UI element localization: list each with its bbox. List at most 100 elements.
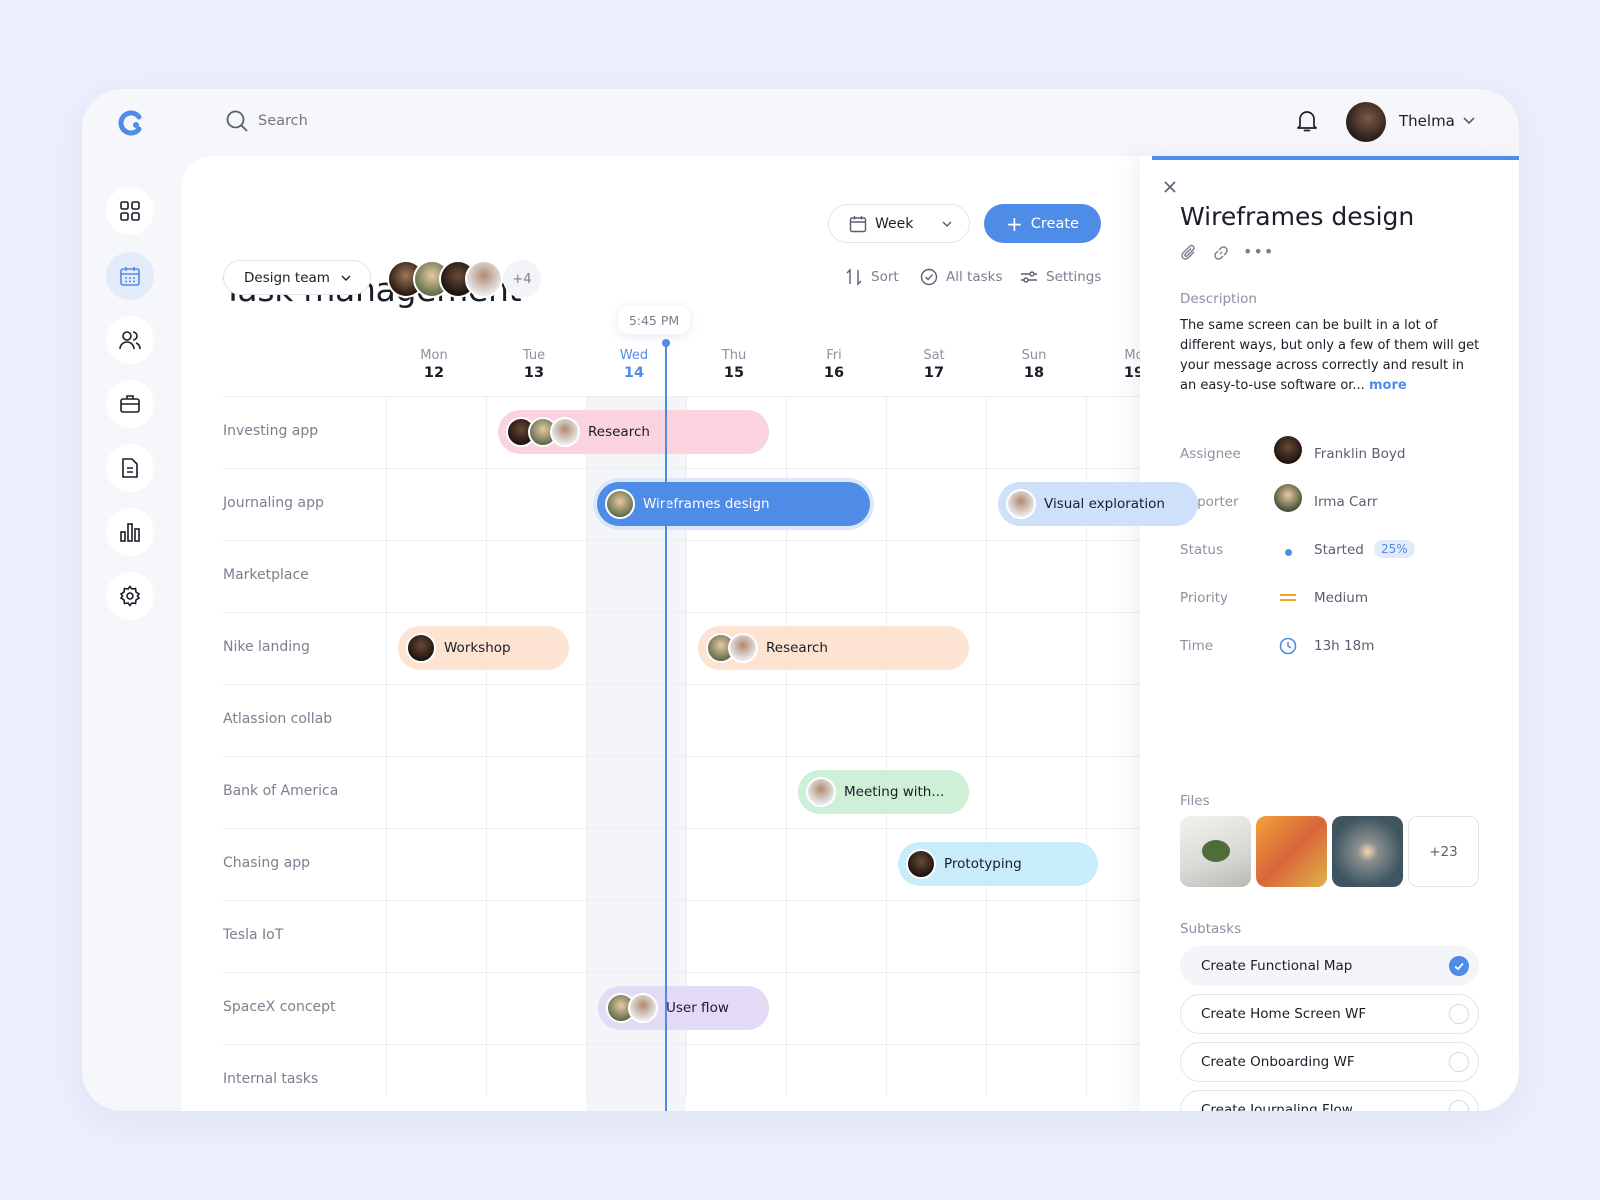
day-header: Fri 16: [784, 348, 884, 381]
task-bar[interactable]: Research: [498, 410, 769, 454]
description-text: The same screen can be built in a lot of…: [1180, 316, 1480, 396]
reporter-avatar: [1274, 484, 1302, 512]
chevron-down-icon[interactable]: [1462, 116, 1476, 126]
more-files-button[interactable]: +23: [1408, 816, 1479, 887]
priority-value[interactable]: Medium: [1314, 590, 1368, 606]
unchecked-checkbox-icon[interactable]: [1449, 1100, 1469, 1111]
file-thumbnail[interactable]: [1180, 816, 1251, 887]
task-bar[interactable]: Meeting with...: [798, 770, 969, 814]
sort-button[interactable]: Sort: [845, 268, 899, 286]
project-row-label[interactable]: Marketplace: [223, 567, 309, 583]
reporter-value[interactable]: Irma Carr: [1314, 494, 1378, 510]
task-bar[interactable]: Research: [698, 626, 969, 670]
grid-column-line: [486, 396, 487, 1096]
sidebar-item-settings[interactable]: [106, 572, 154, 620]
subtask-item[interactable]: Create Journaling Flow: [1180, 1090, 1479, 1111]
grid-column-line: [586, 396, 587, 1096]
close-icon[interactable]: [1163, 180, 1177, 194]
task-assignee-avatar: [806, 777, 836, 807]
task-label: User flow: [666, 1000, 729, 1016]
chart-icon: [120, 523, 140, 542]
team-select[interactable]: Design team: [223, 260, 371, 295]
subtask-item[interactable]: Create Onboarding WF: [1180, 1042, 1479, 1082]
view-select[interactable]: Week: [828, 204, 970, 243]
task-bar[interactable]: Workshop: [398, 626, 569, 670]
time-value: 13h 18m: [1314, 638, 1375, 654]
logo-icon[interactable]: [116, 109, 144, 137]
task-label: Visual exploration: [1044, 496, 1165, 512]
subtask-label: Create Journaling Flow: [1201, 1102, 1353, 1111]
project-row-label[interactable]: Bank of America: [223, 783, 338, 799]
time-label: Time: [1180, 638, 1214, 654]
unchecked-checkbox-icon[interactable]: [1449, 1052, 1469, 1072]
user-avatar[interactable]: [1346, 102, 1386, 142]
clock-icon: [1279, 637, 1297, 655]
search-input[interactable]: [258, 109, 558, 133]
calendar-icon: [120, 267, 140, 286]
project-row-label[interactable]: Tesla IoT: [223, 927, 283, 943]
attachment-icon[interactable]: [1180, 244, 1198, 262]
settings-button[interactable]: Settings: [1020, 268, 1101, 286]
task-assignee-avatar: [728, 633, 758, 663]
subtasks-label: Subtasks: [1180, 921, 1242, 937]
task-assignee-avatar: [406, 633, 436, 663]
task-assignee-avatar: [605, 489, 635, 519]
day-header: Sat 17: [884, 348, 984, 381]
user-name[interactable]: Thelma: [1399, 112, 1455, 130]
checked-checkbox-icon[interactable]: [1449, 956, 1469, 976]
more-members-button[interactable]: +4: [503, 260, 541, 298]
day-number: 14: [623, 365, 645, 381]
day-header: Wed 14: [584, 348, 684, 381]
subtask-item[interactable]: Create Home Screen WF: [1180, 994, 1479, 1034]
subtask-item[interactable]: Create Functional Map: [1180, 946, 1479, 986]
more-link[interactable]: more: [1369, 378, 1407, 393]
unchecked-checkbox-icon[interactable]: [1449, 1004, 1469, 1024]
project-row-label[interactable]: Chasing app: [223, 855, 310, 871]
grid-icon: [120, 201, 140, 221]
grid-row-line: [223, 756, 1241, 757]
sidebar-item-dashboard[interactable]: [106, 187, 154, 235]
grid-row-line: [223, 828, 1241, 829]
grid-row-line: [223, 612, 1241, 613]
project-row-label[interactable]: Internal tasks: [223, 1071, 318, 1087]
project-row-label[interactable]: Atlassion collab: [223, 711, 332, 727]
current-time-label: 5:45 PM: [618, 306, 690, 334]
all-tasks-button[interactable]: All tasks: [920, 268, 1002, 286]
project-row-label[interactable]: Nike landing: [223, 639, 310, 655]
assignee-label: Assignee: [1180, 446, 1241, 462]
bell-icon[interactable]: [1296, 109, 1318, 133]
priority-medium-icon: [1280, 594, 1296, 601]
task-assignee-avatar: [906, 849, 936, 879]
sidebar-item-projects[interactable]: [106, 380, 154, 428]
sidebar-item-documents[interactable]: [106, 444, 154, 492]
link-icon[interactable]: [1212, 244, 1230, 262]
subtask-label: Create Onboarding WF: [1201, 1054, 1355, 1070]
project-row-label[interactable]: Investing app: [223, 423, 318, 439]
day-name: Wed: [619, 348, 649, 363]
grid-row-line: [223, 396, 1241, 397]
more-options-icon[interactable]: •••: [1243, 242, 1274, 261]
sidebar-item-calendar[interactable]: [106, 252, 154, 300]
grid-row-line: [223, 684, 1241, 685]
file-thumbnail[interactable]: [1332, 816, 1403, 887]
task-label: Workshop: [444, 640, 511, 656]
task-bar[interactable]: User flow: [598, 986, 769, 1030]
task-bar[interactable]: Wireframes design: [597, 482, 870, 526]
file-thumbnail[interactable]: [1256, 816, 1327, 887]
task-bar[interactable]: Prototyping: [898, 842, 1098, 886]
status-dot-icon: [1285, 549, 1292, 556]
status-value[interactable]: Started: [1314, 542, 1364, 558]
member-avatar[interactable]: [465, 260, 503, 298]
sidebar-item-team[interactable]: [106, 316, 154, 364]
task-bar[interactable]: Visual exploration: [998, 482, 1198, 526]
sort-label: Sort: [871, 269, 899, 285]
project-row-label[interactable]: Journaling app: [223, 495, 324, 511]
project-row-label[interactable]: SpaceX concept: [223, 999, 336, 1015]
sidebar-item-reports[interactable]: [106, 508, 154, 556]
create-button[interactable]: + Create: [984, 204, 1101, 243]
priority-label: Priority: [1180, 590, 1229, 606]
grid-column-line: [886, 396, 887, 1096]
task-assignee-avatar: [628, 993, 658, 1023]
plus-icon: +: [1006, 211, 1023, 236]
assignee-value[interactable]: Franklin Boyd: [1314, 446, 1405, 462]
